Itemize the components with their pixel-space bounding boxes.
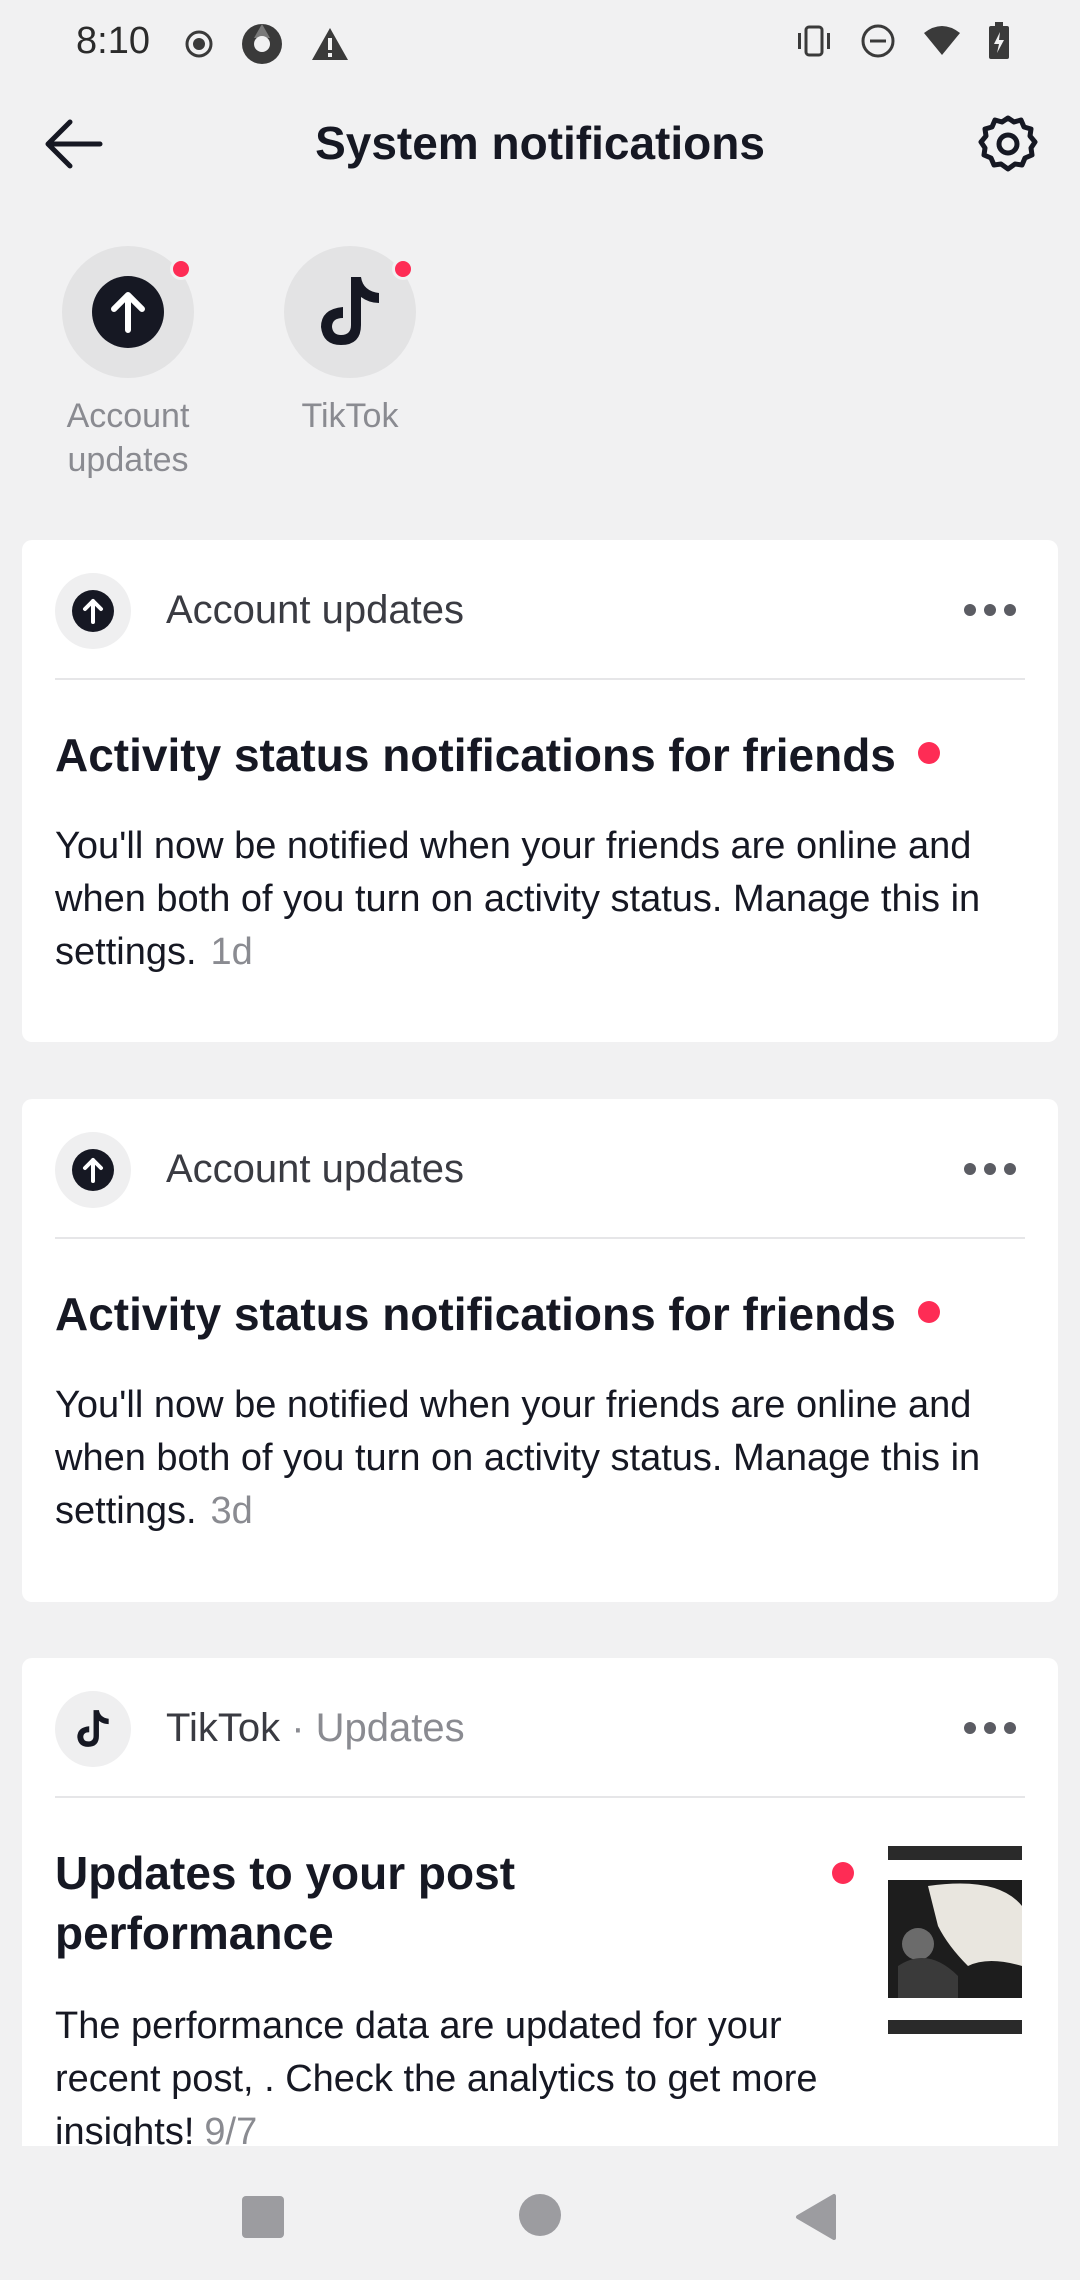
category-label: TikTok	[301, 397, 399, 435]
notification-text: You'll now be notified when your friends…	[55, 825, 981, 973]
battery-icon	[989, 22, 1009, 59]
dot-icon	[984, 1163, 996, 1175]
card-source-label: TikTok · Updates	[166, 1706, 465, 1751]
category-icon-circle	[62, 246, 194, 378]
notification-card[interactable]: Account updates Activity status notifica…	[22, 540, 1058, 1042]
arrow-up-circle-icon	[72, 590, 114, 632]
unread-dot	[832, 1862, 854, 1884]
chromium-icon	[242, 24, 282, 64]
unread-dot	[918, 742, 940, 764]
tiktok-logo-icon	[321, 277, 379, 345]
card-source-icon	[55, 1132, 131, 1208]
system-nav-bar	[0, 2146, 1080, 2280]
dot-icon	[1004, 1163, 1016, 1175]
card-source-icon	[55, 573, 131, 649]
status-time: 8:10	[76, 20, 150, 62]
dot-icon	[964, 604, 976, 616]
tiktok-logo-icon	[77, 1710, 109, 1747]
arrow-up-circle-icon	[92, 276, 164, 348]
notification-text: The performance data are updated for you…	[55, 2005, 818, 2146]
unread-dot	[170, 258, 192, 280]
dot-icon	[984, 604, 996, 616]
post-thumbnail[interactable]	[888, 1846, 1026, 2034]
unread-dot	[392, 258, 414, 280]
record-icon	[185, 30, 213, 58]
warning-icon	[312, 28, 348, 60]
more-options-button[interactable]	[964, 1710, 1024, 1746]
divider	[55, 678, 1025, 680]
settings-button[interactable]	[978, 114, 1038, 174]
more-options-button[interactable]	[964, 592, 1024, 628]
category-tiktok[interactable]: TikTok	[260, 246, 440, 482]
status-bar: 8:10	[0, 0, 1080, 86]
card-source-label: Account updates	[166, 588, 464, 632]
card-source-label: Account updates	[166, 1147, 464, 1191]
vibrate-icon	[798, 25, 830, 57]
dot-icon	[964, 1722, 976, 1734]
card-header: Account updates	[22, 540, 1058, 680]
dot-icon	[1004, 604, 1016, 616]
divider	[55, 1796, 1025, 1798]
status-right-icons	[794, 22, 1010, 60]
card-header: Account updates	[22, 1099, 1058, 1239]
unread-dot	[918, 1301, 940, 1323]
notification-time: 9/7	[204, 2111, 258, 2146]
card-source-name: TikTok	[166, 1706, 281, 1750]
divider	[55, 1237, 1025, 1239]
notification-card[interactable]: Account updates Activity status notifica…	[22, 1099, 1058, 1602]
category-label: Account updates	[66, 397, 190, 479]
dnd-icon	[861, 24, 895, 58]
notification-title: Updates to your post performance	[55, 1847, 516, 1959]
notification-body: You'll now be notified when your friends…	[55, 1379, 1035, 1538]
more-options-button[interactable]	[964, 1151, 1024, 1187]
category-account-updates[interactable]: Account updates	[38, 246, 218, 482]
dot-icon	[964, 1163, 976, 1175]
notification-text: You'll now be notified when your friends…	[55, 1384, 981, 1532]
card-header: TikTok · Updates	[22, 1658, 1058, 1798]
notification-body: You'll now be notified when your friends…	[55, 820, 1035, 979]
dot-icon	[1004, 1722, 1016, 1734]
status-left-icons	[184, 22, 350, 66]
category-icon-circle	[284, 246, 416, 378]
notification-time: 3d	[210, 1490, 253, 1532]
dot-icon	[984, 1722, 996, 1734]
card-source-separator: ·	[291, 1706, 305, 1750]
card-source-icon	[55, 1691, 131, 1767]
home-button[interactable]	[519, 2194, 561, 2236]
notification-card[interactable]: TikTok · Updates Updates to your post pe…	[22, 1658, 1058, 2146]
notification-body: The performance data are updated for you…	[55, 2000, 855, 2146]
notification-title: Activity status notifications for friend…	[55, 729, 896, 781]
post-thumbnail-image	[888, 1846, 1022, 2034]
page-title: System notifications	[315, 117, 765, 169]
category-row: Account updates TikTok	[38, 246, 440, 482]
gear-icon	[978, 115, 1038, 172]
header: System notifications	[0, 86, 1080, 202]
back-triangle-icon[interactable]	[794, 2192, 838, 2242]
notification-title: Activity status notifications for friend…	[55, 1288, 896, 1340]
card-source-sub: Updates	[315, 1706, 465, 1750]
recents-button[interactable]	[242, 2196, 284, 2238]
notification-time: 1d	[210, 931, 253, 973]
wifi-icon	[924, 26, 960, 55]
arrow-up-circle-icon	[72, 1149, 114, 1191]
